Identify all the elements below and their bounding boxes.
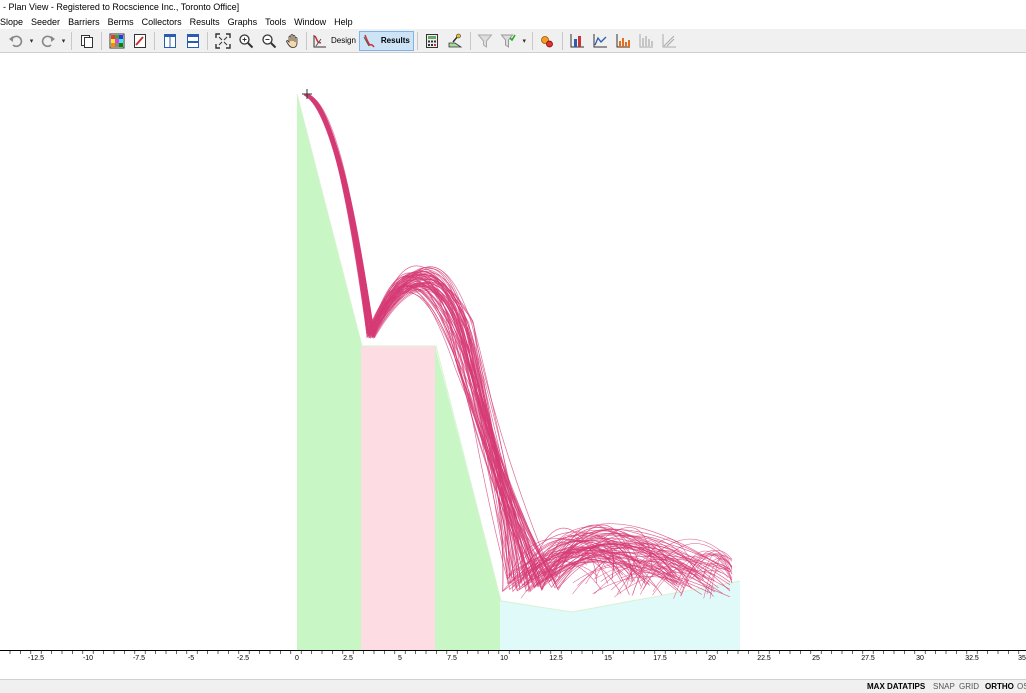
edit-icon[interactable] xyxy=(130,31,150,51)
menu-help[interactable]: Help xyxy=(330,15,357,29)
results-mode-icon xyxy=(363,34,375,47)
ruler-tick-label: 7.5 xyxy=(447,655,457,662)
ruler-tick-label: 25 xyxy=(812,655,820,662)
menu-window[interactable]: Window xyxy=(290,15,330,29)
color-grid-icon[interactable] xyxy=(107,31,127,51)
design-mode-label: Design xyxy=(331,36,356,45)
ruler-tick-label: 32.5 xyxy=(965,655,979,662)
status-bar: MAX DATATIPS SNAP GRID ORTHO OS xyxy=(0,679,1026,693)
line-graph-icon[interactable] xyxy=(590,31,610,51)
bar-graph-icon[interactable] xyxy=(613,31,633,51)
filter-icon[interactable] xyxy=(475,31,495,51)
ruler-tick-label: -5 xyxy=(187,655,195,662)
zoom-in-icon[interactable] xyxy=(236,31,256,51)
ruler-tick-label: 27.5 xyxy=(861,655,875,662)
seeder-icon[interactable] xyxy=(445,31,465,51)
ruler-tick-label: 35 xyxy=(1018,655,1026,662)
tile-horizontal-icon[interactable] xyxy=(183,31,203,51)
pan-icon[interactable] xyxy=(282,31,302,51)
menu-bar: Slope Seeder Barriers Berms Collectors R… xyxy=(0,15,1026,29)
toolbar-separator xyxy=(306,31,307,50)
ruler-tick-label: 17.5 xyxy=(653,655,667,662)
menu-collectors[interactable]: Collectors xyxy=(138,15,186,29)
copy-icon[interactable] xyxy=(77,31,97,51)
menu-graphs[interactable]: Graphs xyxy=(224,15,262,29)
highlight-path-icon[interactable] xyxy=(537,31,557,51)
horizontal-ruler: -12.5 -10 -7.5 -5 -2.5 0 2.5 5 7.5 10 12… xyxy=(0,650,1026,665)
redo-dropdown-icon[interactable]: ▾ xyxy=(59,31,68,51)
slope-segment-upper xyxy=(297,94,362,650)
ruler-tick-label: -10 xyxy=(82,655,94,662)
redo-icon[interactable] xyxy=(38,31,58,51)
menu-berms[interactable]: Berms xyxy=(104,15,138,29)
toolbar-separator xyxy=(416,31,418,50)
results-mode-label: Results xyxy=(380,36,410,45)
status-ortho[interactable]: ORTHO xyxy=(985,680,1014,693)
status-max-datatips[interactable]: MAX DATATIPS xyxy=(867,680,925,693)
toolbar-separator xyxy=(469,31,471,50)
ruler-tick-label: 5 xyxy=(398,655,402,662)
menu-results[interactable]: Results xyxy=(186,15,224,29)
ruler-tick-label: -7.5 xyxy=(132,655,146,662)
status-grid[interactable]: GRID xyxy=(959,680,979,693)
ruler-tick-label: -12.5 xyxy=(28,655,44,662)
ruler-tick-label: 10 xyxy=(500,655,508,662)
collector-graph-icon[interactable] xyxy=(636,31,656,51)
undo-icon[interactable] xyxy=(6,31,26,51)
toolbar-separator xyxy=(531,31,533,50)
ruler-tick-label: 15 xyxy=(604,655,612,662)
histogram-icon[interactable] xyxy=(567,31,587,51)
slope-segment-lower xyxy=(435,346,501,650)
ruler-tick-label: 2.5 xyxy=(343,655,353,662)
design-mode-icon xyxy=(313,34,326,47)
angle-graph-icon[interactable] xyxy=(659,31,679,51)
plan-view-canvas[interactable] xyxy=(0,54,1026,650)
toolbar-separator xyxy=(71,31,72,50)
toolbar-separator xyxy=(101,31,102,50)
ruler-tick-label: 20 xyxy=(708,655,716,662)
toolbar-separator xyxy=(561,31,563,50)
toolbar-separator xyxy=(154,31,155,50)
filter-dropdown-icon[interactable] xyxy=(498,31,518,51)
results-mode-button[interactable]: Results xyxy=(358,30,414,51)
toolbar-separator xyxy=(207,31,208,50)
menu-slope[interactable]: Slope xyxy=(0,15,27,29)
ruler-tick-label: 12.5 xyxy=(549,655,563,662)
menu-tools[interactable]: Tools xyxy=(261,15,290,29)
design-mode-button[interactable]: Design xyxy=(310,31,359,51)
calculator-icon[interactable] xyxy=(422,31,442,51)
menu-barriers[interactable]: Barriers xyxy=(64,15,104,29)
zoom-all-icon[interactable] xyxy=(213,31,233,51)
zoom-out-icon[interactable] xyxy=(259,31,279,51)
filter-dropdown-arrow-icon[interactable]: ▾ xyxy=(520,31,529,51)
menu-seeder[interactable]: Seeder xyxy=(27,15,64,29)
undo-dropdown-icon[interactable]: ▾ xyxy=(27,31,36,51)
ruler-tick-label: 22.5 xyxy=(757,655,771,662)
main-toolbar: ▾ ▾ Design Results ▾ xyxy=(0,29,1026,53)
tile-vertical-icon[interactable] xyxy=(160,31,180,51)
status-osnap[interactable]: OS xyxy=(1017,680,1026,693)
status-snap[interactable]: SNAP xyxy=(933,680,955,693)
slope-segment-bench xyxy=(361,346,436,650)
ruler-tick-label: 0 xyxy=(295,655,299,662)
ruler-tick-label: -2.5 xyxy=(236,655,250,662)
window-title: - Plan View - Registered to Rocscience I… xyxy=(0,0,1026,15)
ruler-tick-label: 30 xyxy=(916,655,924,662)
